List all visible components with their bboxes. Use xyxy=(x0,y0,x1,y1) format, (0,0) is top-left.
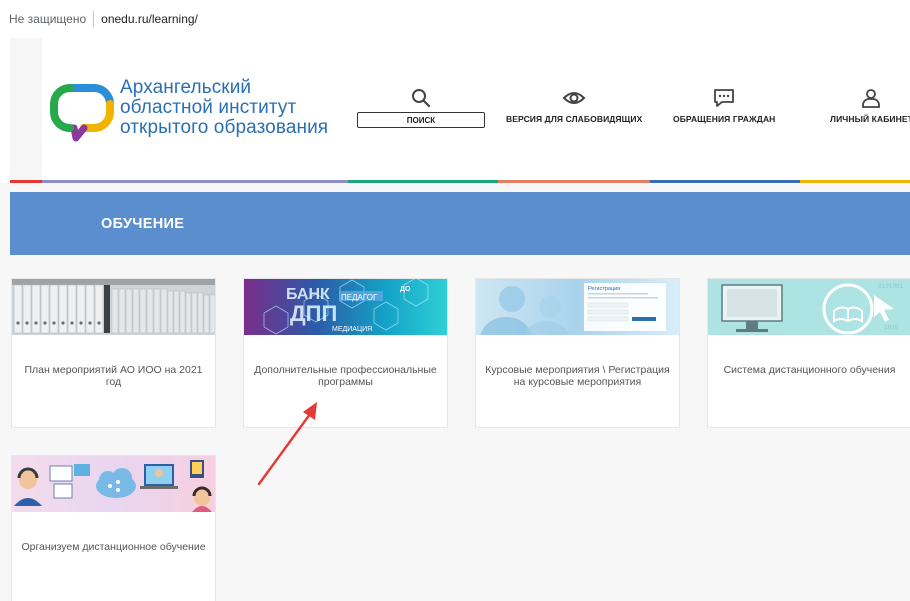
logo-text[interactable]: Архангельский областной институт открыто… xyxy=(120,78,360,138)
card-title[interactable]: Дополнительные профессиональные программ… xyxy=(244,364,447,388)
address-bar[interactable]: Не защищено onedu.ru/learning/ xyxy=(0,0,910,38)
card-course-registration[interactable]: Регистрация Курсовые мероприятия \ Регис… xyxy=(475,278,680,428)
card-organize-distance[interactable]: Организуем дистанционное обучение xyxy=(11,455,216,601)
nav-search[interactable]: ПОИСК xyxy=(357,88,485,128)
annotation-arrow-icon xyxy=(257,402,317,486)
url-text[interactable]: onedu.ru/learning/ xyxy=(101,12,198,26)
card-thumbnail-binders xyxy=(12,279,215,335)
user-icon xyxy=(862,89,881,108)
eye-icon xyxy=(562,92,586,104)
nav-account[interactable]: ЛИЧНЫЙ КАБИНЕТ xyxy=(830,88,910,124)
chat-icon xyxy=(714,89,735,107)
thumb-word-do: ДО xyxy=(400,286,411,293)
nav-accessibility[interactable]: ВЕРСИЯ ДЛЯ СЛАБОВИДЯЩИХ xyxy=(506,88,642,124)
card-events-plan[interactable]: План мероприятий АО ИОО на 2021 год xyxy=(11,278,216,428)
section-title: ОБУЧЕНИЕ xyxy=(101,215,185,232)
nav-appeals[interactable]: ОБРАЩЕНИЯ ГРАЖДАН xyxy=(673,88,775,124)
svg-text:0101001: 0101001 xyxy=(878,283,904,290)
card-thumbnail-registration: Регистрация xyxy=(476,279,679,335)
page: Не защищено onedu.ru/learning/ Архангель… xyxy=(0,0,910,601)
site-header: Архангельский областной институт открыто… xyxy=(10,38,910,180)
card-title[interactable]: Курсовые мероприятия \ Регистрация на ку… xyxy=(476,364,679,388)
logo-icon[interactable] xyxy=(50,82,114,142)
nav-appeals-label: ОБРАЩЕНИЯ ГРАЖДАН xyxy=(673,114,776,124)
thumb-word-dpp: ДПП xyxy=(290,301,337,326)
thumb-word-registration: Регистрация xyxy=(588,286,620,292)
card-distance-system[interactable]: 0101001 1010 Система дистанционного обуч… xyxy=(707,278,910,428)
security-status[interactable]: Не защищено xyxy=(9,12,86,26)
card-title[interactable]: План мероприятий АО ИОО на 2021 год xyxy=(12,364,215,388)
nav-account-label: ЛИЧНЫЙ КАБИНЕТ xyxy=(830,114,910,124)
card-thumbnail-programs: БАНК ДПП ПЕДАГОГ МЕДИАЦИЯ ДО xyxy=(244,279,447,335)
logo-line-2: областной институт xyxy=(120,97,297,118)
thumb-word-teacher: ПЕДАГОГ xyxy=(341,293,378,302)
thumb-word-mediation: МЕДИАЦИЯ xyxy=(332,326,372,333)
search-button[interactable]: ПОИСК xyxy=(357,112,485,128)
card-title[interactable]: Система дистанционного обучения xyxy=(708,364,910,376)
card-thumbnail-organize xyxy=(12,456,215,512)
nav-accessibility-label: ВЕРСИЯ ДЛЯ СЛАБОВИДЯЩИХ xyxy=(506,114,643,124)
card-title[interactable]: Организуем дистанционное обучение xyxy=(12,541,215,553)
section-banner: ОБУЧЕНИЕ xyxy=(10,192,910,255)
address-divider xyxy=(93,11,95,27)
svg-text:1010: 1010 xyxy=(884,324,899,331)
logo-line-1: Архангельский xyxy=(120,77,252,98)
card-thumbnail-distance-system: 0101001 1010 xyxy=(708,279,910,335)
search-icon[interactable] xyxy=(411,88,431,108)
logo-line-3: открытого образования xyxy=(120,117,329,138)
header-left-shade xyxy=(10,38,42,180)
